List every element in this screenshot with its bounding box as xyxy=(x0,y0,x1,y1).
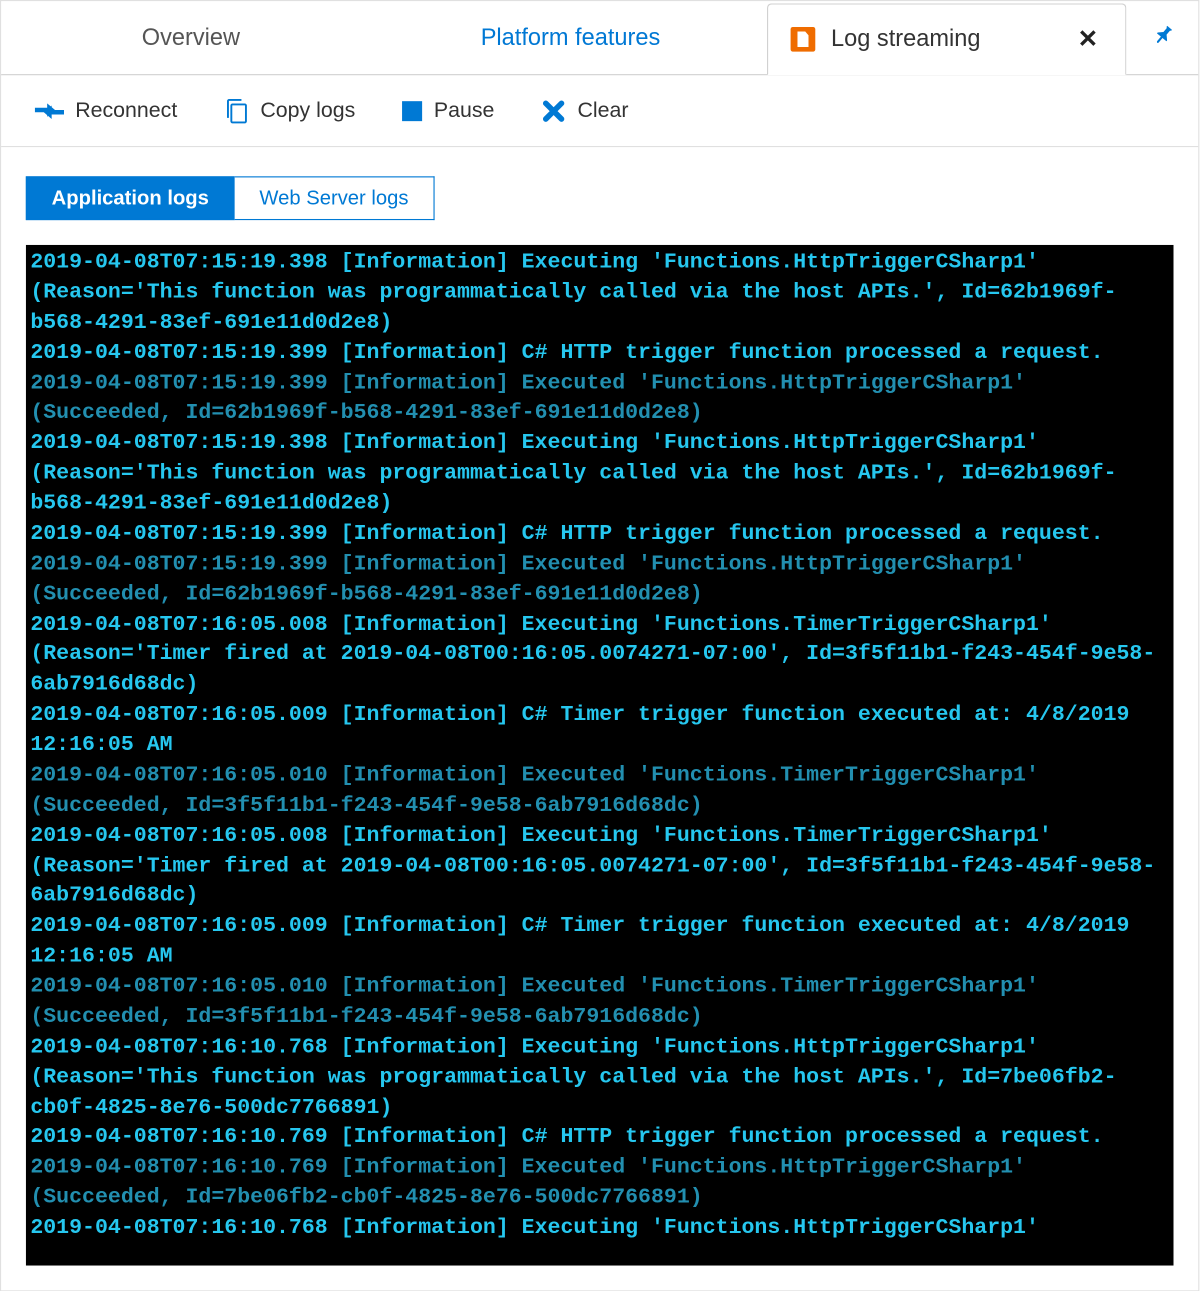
log-line: 2019-04-08T07:15:19.398 [Information] Ex… xyxy=(30,428,1169,519)
pin-area xyxy=(1126,1,1198,74)
log-line: 2019-04-08T07:16:05.010 [Information] Ex… xyxy=(30,971,1169,1031)
toolbar: Reconnect Copy logs Pause Clear xyxy=(1,75,1198,147)
top-tabs: Overview Platform features Log streaming… xyxy=(1,1,1198,75)
log-line: 2019-04-08T07:16:05.009 [Information] C#… xyxy=(30,911,1169,971)
app-frame: Overview Platform features Log streaming… xyxy=(0,0,1199,1291)
pause-button[interactable]: Pause xyxy=(402,98,494,123)
tab-overview-label: Overview xyxy=(142,24,240,51)
log-line: 2019-04-08T07:15:19.399 [Information] Ex… xyxy=(30,368,1169,428)
reconnect-button[interactable]: Reconnect xyxy=(35,98,177,123)
tab-overview[interactable]: Overview xyxy=(1,1,381,74)
tab-application-logs-label: Application logs xyxy=(52,186,209,208)
tab-web-server-logs[interactable]: Web Server logs xyxy=(235,176,435,220)
reconnect-icon xyxy=(35,99,64,121)
tab-web-server-logs-label: Web Server logs xyxy=(259,186,408,208)
tab-platform-features[interactable]: Platform features xyxy=(381,1,761,74)
log-line: 2019-04-08T07:16:05.008 [Information] Ex… xyxy=(30,820,1169,911)
copy-icon xyxy=(224,97,249,124)
log-line: 2019-04-08T07:15:19.398 [Information] Ex… xyxy=(30,247,1169,338)
content-area: Application logs Web Server logs 2019-04… xyxy=(1,147,1198,1290)
close-icon[interactable]: ✕ xyxy=(1073,25,1103,54)
log-line: 2019-04-08T07:15:19.399 [Information] C#… xyxy=(30,338,1169,368)
log-line: 2019-04-08T07:15:19.399 [Information] Ex… xyxy=(30,549,1169,609)
clear-label: Clear xyxy=(577,98,628,123)
function-app-icon xyxy=(791,27,816,52)
tab-log-streaming-label: Log streaming xyxy=(831,26,1057,53)
log-console[interactable]: 2019-04-08T07:15:19.398 [Information] Ex… xyxy=(26,245,1174,1266)
log-line: 2019-04-08T07:16:05.008 [Information] Ex… xyxy=(30,609,1169,700)
reconnect-label: Reconnect xyxy=(75,98,177,123)
log-line: 2019-04-08T07:16:10.768 [Information] Ex… xyxy=(30,1032,1169,1123)
pause-icon xyxy=(402,101,422,121)
tab-log-streaming[interactable]: Log streaming ✕ xyxy=(767,3,1126,75)
clear-button[interactable]: Clear xyxy=(542,98,629,123)
pin-icon[interactable] xyxy=(1143,18,1182,58)
console-wrap: 2019-04-08T07:15:19.398 [Information] Ex… xyxy=(26,245,1174,1266)
pause-label: Pause xyxy=(434,98,495,123)
tab-application-logs[interactable]: Application logs xyxy=(26,176,235,220)
copy-label: Copy logs xyxy=(260,98,355,123)
log-line: 2019-04-08T07:15:19.399 [Information] C#… xyxy=(30,519,1169,549)
copy-logs-button[interactable]: Copy logs xyxy=(224,97,355,124)
log-line: 2019-04-08T07:16:10.769 [Information] Ex… xyxy=(30,1152,1169,1212)
log-type-tabs: Application logs Web Server logs xyxy=(26,176,1174,220)
log-line: 2019-04-08T07:16:10.769 [Information] C#… xyxy=(30,1122,1169,1152)
log-line: 2019-04-08T07:16:05.009 [Information] C#… xyxy=(30,700,1169,760)
log-line: 2019-04-08T07:16:10.768 [Information] Ex… xyxy=(30,1213,1169,1243)
clear-icon xyxy=(542,98,567,123)
log-line: 2019-04-08T07:16:05.010 [Information] Ex… xyxy=(30,760,1169,820)
tab-platform-label: Platform features xyxy=(481,24,661,51)
